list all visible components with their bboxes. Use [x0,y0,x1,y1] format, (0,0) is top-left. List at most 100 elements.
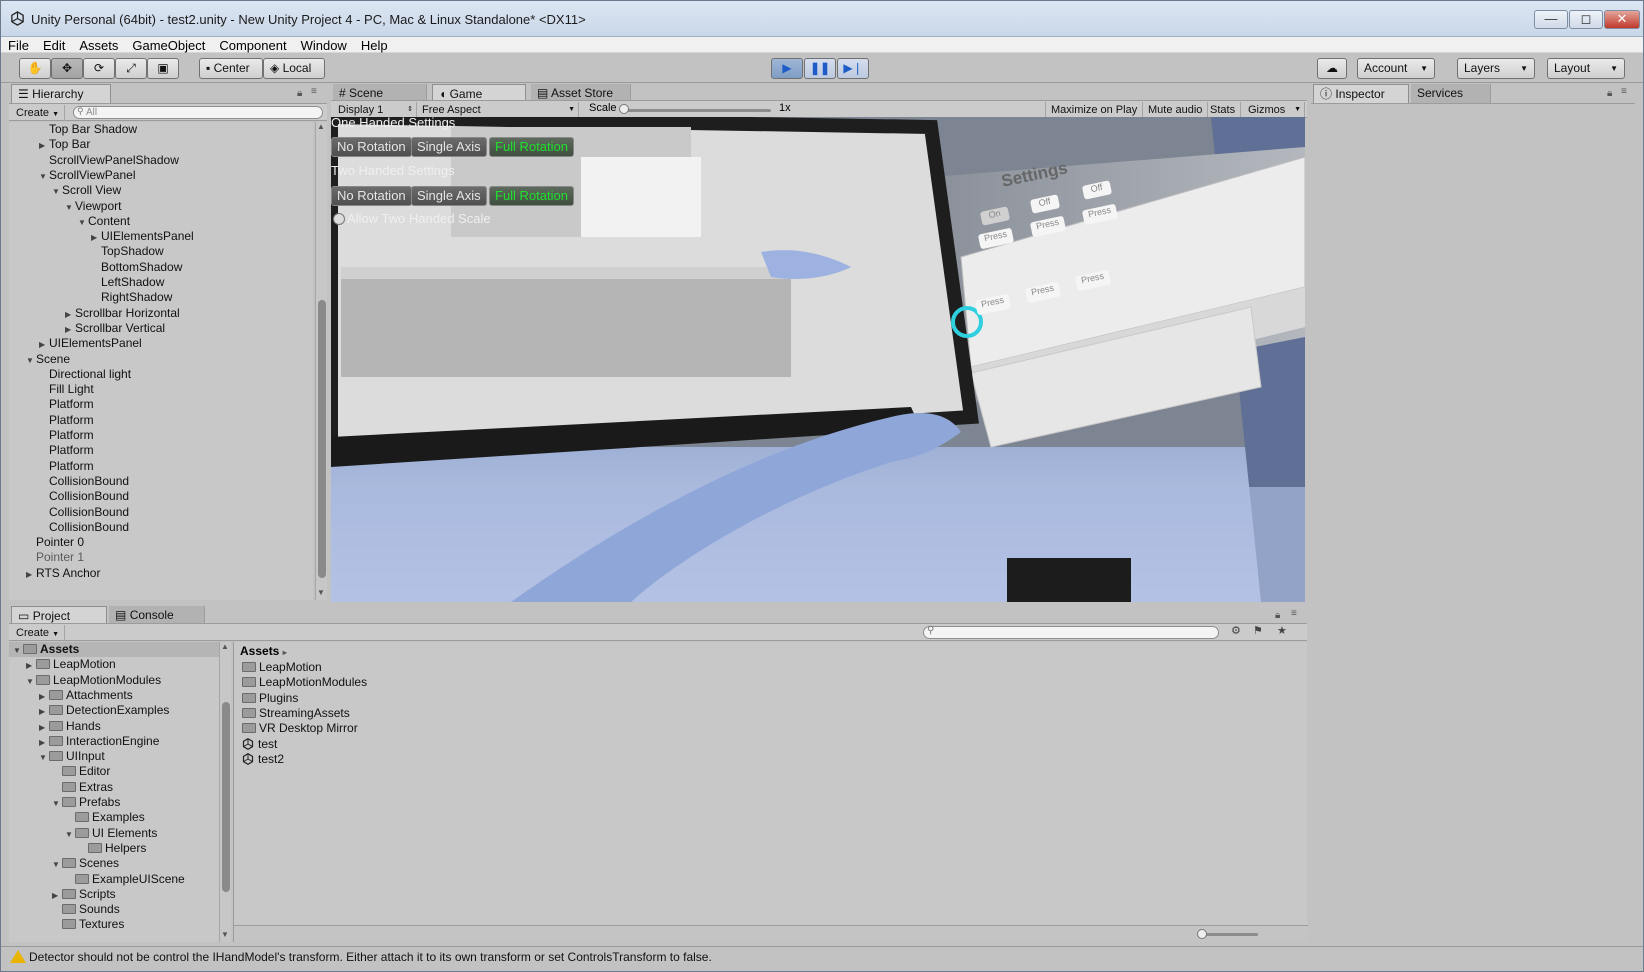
collapsed-arrow-icon[interactable]: ▶ [39,735,49,750]
project-tree-item[interactable]: ▼ UI Elements [65,826,157,841]
move-tool-button[interactable]: ✥ [51,58,83,79]
scale-slider-handle[interactable] [619,104,629,114]
hierarchy-row[interactable]: ▼ Content [78,214,130,229]
collapsed-arrow-icon[interactable]: ▶ [52,888,62,903]
menu-window[interactable]: Window [294,37,354,54]
close-button[interactable]: ✕ [1604,10,1640,29]
hierarchy-row[interactable]: Fill Light [39,382,94,397]
collapsed-arrow-icon[interactable]: ▶ [39,704,49,719]
hierarchy-row[interactable]: CollisionBound [39,520,129,535]
one-hand-full-rotation-button[interactable]: Full Rotation [489,137,574,157]
status-bar[interactable]: Detector should not be control the IHand… [1,946,1643,966]
hierarchy-row[interactable]: ▶ Scrollbar Horizontal [65,306,180,321]
game-viewport[interactable]: One Handed Settings No Rotation Single A… [331,117,1305,602]
hierarchy-row[interactable]: RightShadow [91,290,172,305]
project-tree-item[interactable]: Editor [52,764,110,779]
collapsed-arrow-icon[interactable]: ▶ [65,322,75,337]
project-tree-scrollbar[interactable]: ▲ ▼ [219,642,231,942]
expanded-arrow-icon[interactable]: ▼ [52,184,62,199]
tab-hierarchy[interactable]: ☰ Hierarchy [11,84,111,103]
panel-menu-icon[interactable]: ≡ [1291,608,1297,619]
hierarchy-row[interactable]: ScrollViewPanelShadow [39,153,179,168]
hierarchy-row[interactable]: CollisionBound [39,505,129,520]
project-tree-item[interactable]: ▶ Scripts [52,887,116,902]
hierarchy-row[interactable]: ▶ UIElementsPanel [39,336,142,351]
project-tree-item[interactable]: Examples [65,810,145,825]
collapsed-arrow-icon[interactable]: ▶ [39,138,49,153]
space-toggle[interactable]: ◈ Local [263,58,325,79]
mute-audio-toggle[interactable]: Mute audio [1143,102,1209,118]
menu-file[interactable]: File [1,37,36,54]
hierarchy-row[interactable]: TopShadow [91,244,164,259]
panel-menu-icon[interactable]: ≡ [1621,86,1627,97]
hierarchy-row[interactable]: ▼ Viewport [65,199,121,214]
tab-inspector[interactable]: ⓘ Inspector [1313,84,1409,103]
project-tree-item[interactable]: ▶ Attachments [39,688,133,703]
menu-help[interactable]: Help [354,37,395,54]
hierarchy-search-input[interactable]: All [73,106,323,119]
filter-by-type-icon[interactable]: ⚙ [1231,624,1241,637]
project-tree-item[interactable]: ▼ Scenes [52,856,119,871]
expanded-arrow-icon[interactable]: ▼ [78,215,88,230]
two-hand-full-rotation-button[interactable]: Full Rotation [489,186,574,206]
lock-icon[interactable]: 🔒︎ [297,88,302,99]
project-tree-item[interactable]: ▼ UIInput [39,749,105,764]
project-tree-item[interactable]: ▼ Assets [9,642,219,657]
hierarchy-row[interactable]: LeftShadow [91,275,164,290]
pause-button[interactable]: ❚❚ [804,58,836,79]
asset-item[interactable]: LeapMotion [242,660,322,675]
project-create-button[interactable]: Create ▼ [11,625,66,641]
hierarchy-row[interactable]: Platform [39,443,94,458]
hierarchy-row[interactable]: ▼ Scroll View [52,183,121,198]
gizmos-dropdown[interactable]: Gizmos ▼ [1243,102,1305,118]
breadcrumb[interactable]: Assets ▸ [240,644,287,658]
display-dropdown[interactable]: Display 1 ⇕ [333,102,417,118]
collapsed-arrow-icon[interactable]: ▶ [65,307,75,322]
step-button[interactable]: ▶❘ [837,58,869,79]
project-tree-item[interactable]: ▼ Prefabs [52,795,120,810]
minimize-button[interactable]: — [1534,10,1568,29]
one-hand-single-axis-button[interactable]: Single Axis [411,137,487,157]
maximize-button[interactable]: ◻ [1569,10,1603,29]
project-search-input[interactable] [923,626,1219,639]
cloud-button[interactable]: ☁ [1317,58,1347,79]
project-tree-item[interactable]: Extras [52,780,113,795]
hierarchy-row[interactable]: Pointer 1 [26,550,84,565]
one-hand-no-rotation-button[interactable]: No Rotation [331,137,412,157]
menu-edit[interactable]: Edit [36,37,72,54]
hierarchy-row[interactable]: ▶ Scrollbar Vertical [65,321,165,336]
hierarchy-row[interactable]: Directional light [39,367,131,382]
aspect-dropdown[interactable]: Free Aspect ▼ [417,102,579,118]
hierarchy-row[interactable]: ▶ UIElementsPanel [91,229,194,244]
project-tree-item[interactable]: ▶ Hands [39,719,101,734]
hierarchy-row[interactable]: Top Bar Shadow [39,122,137,137]
scroll-down-icon[interactable]: ▼ [317,588,325,597]
collapsed-arrow-icon[interactable]: ▶ [39,720,49,735]
hierarchy-create-button[interactable]: Create ▼ [11,105,66,121]
project-tree-item[interactable]: ▶ DetectionExamples [39,703,169,718]
rect-tool-button[interactable]: ▣ [147,58,179,79]
project-tree-item[interactable]: Textures [52,917,124,932]
stats-toggle[interactable]: Stats [1205,102,1242,118]
hierarchy-row[interactable]: BottomShadow [91,260,182,275]
menu-gameobject[interactable]: GameObject [125,37,212,54]
hierarchy-row[interactable]: ▶ Top Bar [39,137,90,152]
icon-size-slider-handle[interactable] [1197,929,1207,939]
hierarchy-scrollbar[interactable]: ▲ ▼ [315,122,327,600]
breadcrumb-assets[interactable]: Assets [240,644,279,658]
scroll-up-icon[interactable]: ▲ [221,642,229,651]
asset-item[interactable]: Plugins [242,691,298,706]
collapsed-arrow-icon[interactable]: ▶ [26,658,36,673]
favorites-star-icon[interactable]: ★ [1277,624,1287,637]
project-tree-item[interactable]: ExampleUIScene [65,872,185,887]
expanded-arrow-icon[interactable]: ▼ [52,857,62,872]
collapsed-arrow-icon[interactable]: ▶ [26,567,36,582]
hierarchy-row[interactable]: Pointer 0 [26,535,84,550]
hierarchy-row[interactable]: Platform [39,397,94,412]
hand-tool-button[interactable]: ✋ [19,58,51,79]
expanded-arrow-icon[interactable]: ▼ [52,796,62,811]
hierarchy-row[interactable]: ▼ ScrollViewPanel [39,168,136,183]
expanded-arrow-icon[interactable]: ▼ [39,750,49,765]
scroll-up-icon[interactable]: ▲ [317,122,325,131]
filter-by-label-icon[interactable]: ⚑ [1253,624,1263,637]
